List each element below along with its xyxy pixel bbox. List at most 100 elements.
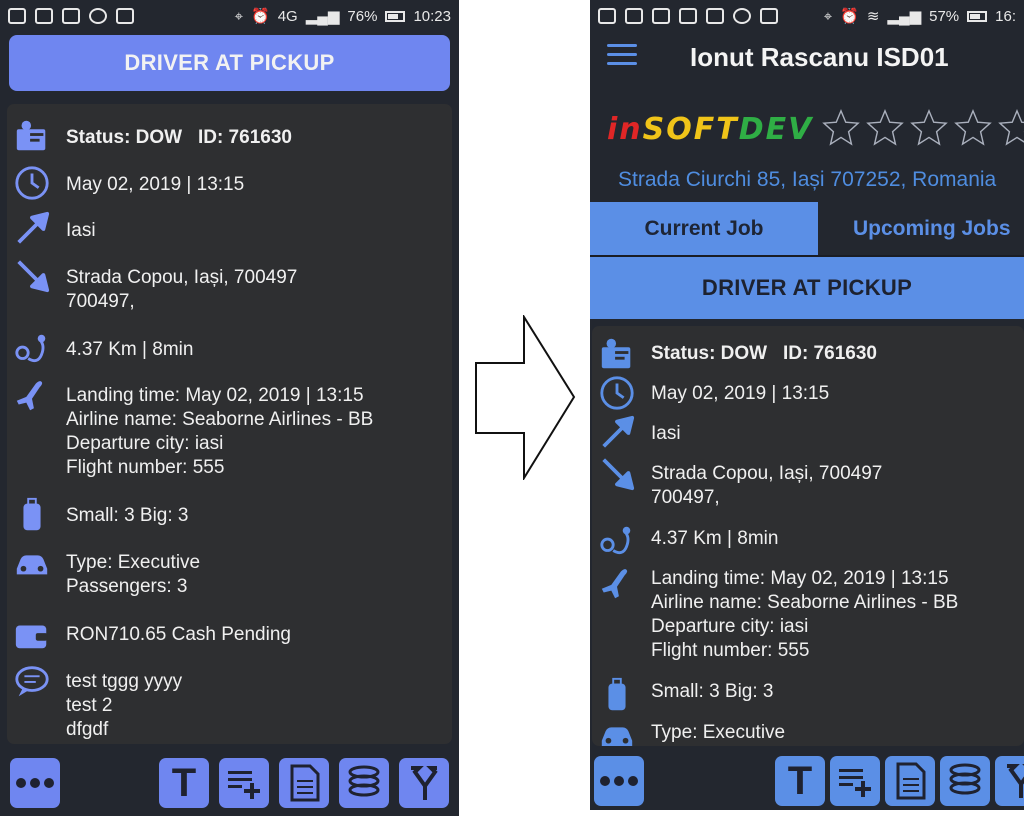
payment-button[interactable] (940, 756, 990, 806)
mail-icon (652, 8, 670, 24)
bottom-action-bar: T (590, 748, 1024, 810)
mail-icon (35, 8, 53, 24)
id-card-icon (16, 120, 46, 151)
payment-text: RON710.65 Cash Pending (66, 624, 291, 645)
signal-icon: ▂▄▆ (887, 8, 922, 25)
distance-text: 4.37 Km | 8min (651, 528, 779, 549)
dropoff-text: Strada Copou, Iași, 700497 700497, (66, 267, 298, 312)
bottom-action-bar: T (0, 750, 459, 816)
luggage-text: Small: 3 Big: 3 (66, 505, 189, 526)
image-icon (62, 8, 80, 24)
app-header: Ionut Rascanu ISD01 (590, 32, 1024, 84)
star-icon (954, 108, 992, 146)
airplane-icon (16, 381, 43, 411)
network-type: 4G (277, 7, 298, 25)
current-address: Strada Ciurchi 85, Iași 707252, Romania (618, 168, 997, 191)
route-fork-icon (1007, 764, 1024, 798)
dropoff-text: Strada Copou, Iași, 700497 700497, (651, 463, 883, 508)
star-icon (822, 108, 860, 146)
car-icon (601, 727, 633, 746)
tab-current-job[interactable]: Current Job (590, 202, 818, 255)
image-icon (679, 8, 697, 24)
phone-screen-before: ⌖ ⏰ 4G ▂▄▆ 76% 10:23 DRIVER AT PICKUP St… (0, 0, 459, 816)
coins-icon (949, 763, 981, 795)
transition-arrow-icon (475, 315, 576, 480)
suitcase-icon (23, 497, 41, 531)
flight-text: Landing time: May 02, 2019 | 13:15 Airli… (651, 568, 959, 661)
driver-at-pickup-button[interactable]: DRIVER AT PICKUP (9, 35, 450, 91)
drive-icon (706, 8, 724, 24)
rating-stars (822, 108, 1024, 146)
clock-time: 16: (995, 7, 1016, 25)
arrow-up-right-icon (17, 211, 50, 244)
document-button[interactable] (885, 756, 935, 806)
add-note-button[interactable] (219, 758, 269, 808)
menu-icon[interactable] (607, 44, 637, 68)
job-id: ID: 761630 (782, 343, 877, 364)
location-icon: ⌖ (234, 7, 244, 25)
alarm-icon: ⏰ (251, 8, 270, 25)
clock-time: 10:23 (413, 7, 451, 25)
document-icon (896, 762, 926, 800)
text-icon: T (171, 760, 197, 805)
add-note-icon (839, 769, 871, 797)
chat-icon (15, 666, 49, 697)
coins-icon (348, 765, 380, 797)
more-button[interactable] (10, 758, 60, 808)
job-tabs: Current Job Upcoming Jobs (590, 202, 1024, 255)
id-card-icon (601, 338, 631, 369)
news-icon (598, 8, 616, 24)
airplane-icon (601, 569, 628, 599)
datetime-text: May 02, 2019 | 13:15 (651, 383, 830, 404)
job-id: ID: 761630 (197, 127, 292, 148)
signal-icon: ▂▄▆ (305, 8, 340, 25)
battery-percent: 76% (347, 7, 378, 25)
route-icon (15, 334, 46, 363)
company-logo: inSOFTDEV (607, 112, 814, 147)
add-note-icon (228, 771, 260, 799)
more-icon (600, 776, 638, 786)
text-button[interactable]: T (159, 758, 209, 808)
alarm-icon: ⏰ (840, 8, 859, 25)
clock-icon (15, 166, 49, 200)
wifi-icon: ≋ (866, 8, 880, 25)
route-fork-icon (411, 766, 438, 800)
navigate-button[interactable] (399, 758, 449, 808)
vehicle-text: Type: Executive Passengers: 3 (66, 552, 201, 597)
driver-at-pickup-button[interactable]: DRIVER AT PICKUP (590, 255, 1024, 319)
add-note-button[interactable] (830, 756, 880, 806)
laptop-icon (760, 8, 778, 24)
check-circle-icon (89, 8, 107, 24)
datetime-text: May 02, 2019 | 13:15 (66, 174, 245, 195)
payment-button[interactable] (339, 758, 389, 808)
car-notification-icon (625, 8, 643, 24)
more-button[interactable] (594, 756, 644, 806)
battery-icon (385, 10, 406, 22)
battery-percent: 57% (929, 7, 960, 25)
document-button[interactable] (279, 758, 329, 808)
navigate-button[interactable] (995, 756, 1024, 806)
arrow-down-right-icon (602, 458, 635, 491)
tab-upcoming-jobs[interactable]: Upcoming Jobs (820, 202, 1024, 255)
route-icon (600, 526, 631, 555)
status-text: Status: DOW ID: 761630 (66, 127, 292, 148)
phone-screen-after: ⌖ ⏰ ≋ ▂▄▆ 57% 16: Ionut Rascanu ISD01 in… (590, 0, 1024, 810)
notes-text: test tggg yyyy test 2 dfgdf (66, 671, 183, 740)
star-icon (866, 108, 904, 146)
status-bar: ⌖ ⏰ 4G ▂▄▆ 76% 10:23 (0, 0, 459, 32)
wallet-icon (15, 625, 48, 649)
vehicle-text: Type: Executive (651, 722, 786, 743)
laptop-icon (116, 8, 134, 24)
star-icon (998, 108, 1024, 146)
job-details-card: Status: DOW ID: 761630 May 02, 2019 | 13… (592, 326, 1024, 746)
status-text: Status: DOW ID: 761630 (651, 343, 877, 364)
arrow-up-right-icon (602, 415, 635, 448)
check-circle-icon (733, 8, 751, 24)
flight-text: Landing time: May 02, 2019 | 13:15 Airli… (66, 385, 374, 478)
status-bar: ⌖ ⏰ ≋ ▂▄▆ 57% 16: (590, 0, 1024, 32)
location-icon: ⌖ (823, 7, 833, 25)
text-button[interactable]: T (775, 756, 825, 806)
luggage-text: Small: 3 Big: 3 (651, 681, 774, 702)
text-icon: T (787, 758, 813, 803)
pickup-text: Iasi (651, 423, 681, 444)
